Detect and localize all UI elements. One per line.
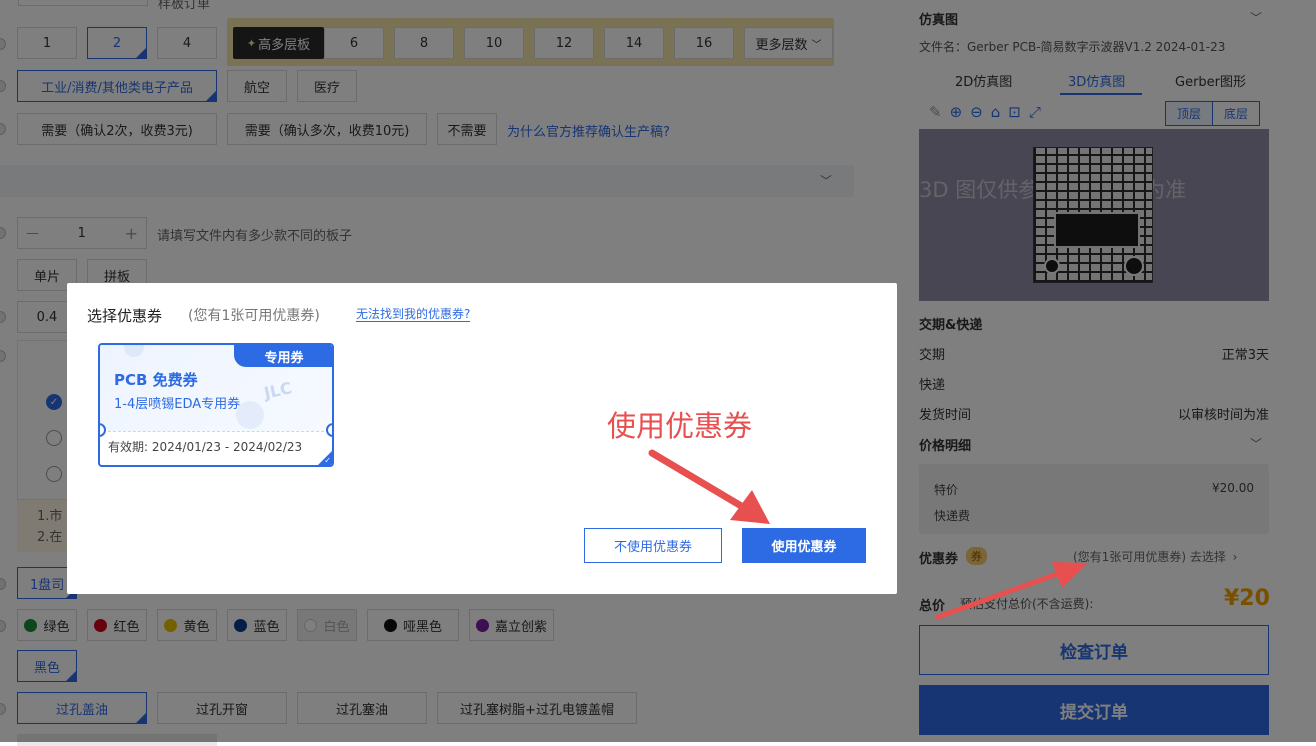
- arrow-to-use-button: [648, 449, 770, 524]
- annotation-arrows: [648, 449, 1088, 620]
- arrow-to-coupon-select: [935, 562, 1088, 620]
